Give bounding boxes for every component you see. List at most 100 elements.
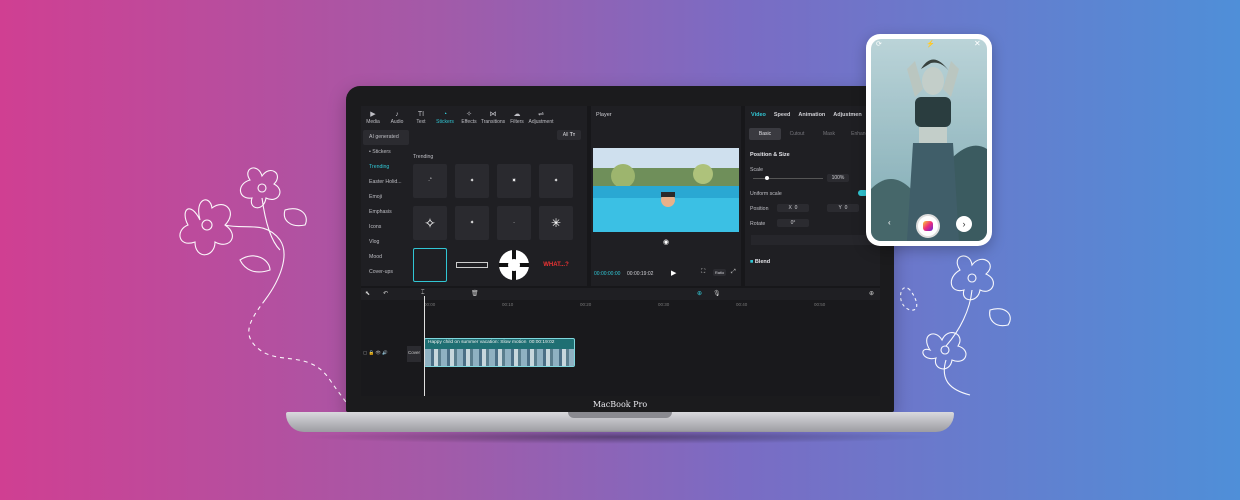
next-arrow-icon[interactable]: › xyxy=(956,216,972,232)
reels-icon xyxy=(923,221,933,231)
blend-text: Blend xyxy=(754,259,771,265)
tool-text[interactable]: TI Text xyxy=(409,106,433,126)
sticker-sparkle-5[interactable]: ✧ xyxy=(413,206,447,240)
timeline-toolbar: ⬉ ↶ ⌶ 🗑 ⊕ 🎙 ⊕ xyxy=(361,288,880,300)
playhead[interactable] xyxy=(424,296,425,396)
refresh-icon[interactable]: ⟳ xyxy=(876,40,882,48)
subtab-0[interactable]: Basic xyxy=(749,128,781,140)
sticker-sparkle-4[interactable]: ✦ xyxy=(539,164,573,198)
tool-transitions[interactable]: ⋈ Transitions xyxy=(481,106,505,126)
sidebar-item-4[interactable]: Emoji xyxy=(363,190,409,205)
mic-icon[interactable]: 🎙 xyxy=(713,290,721,297)
tab-2[interactable]: Animation xyxy=(798,112,825,118)
cover-button[interactable]: Cover xyxy=(407,346,421,362)
sidebar-item-1[interactable]: • Stickers xyxy=(363,145,409,160)
time-current: 00:00:00:00 xyxy=(594,271,621,277)
time-total: 00:00:19:02 xyxy=(627,271,654,277)
sticker-sparkle-3[interactable]: ✷ xyxy=(497,164,531,198)
tool-effects[interactable]: ✧ Effects xyxy=(457,106,481,126)
magnet-icon[interactable]: ⊕ xyxy=(697,290,702,297)
sidebar-item-3[interactable]: Easter Holid... xyxy=(363,175,409,190)
all-filter-label: All xyxy=(562,132,569,138)
zoom-icon[interactable]: ⊕ xyxy=(869,290,874,297)
sticker-sparkle-8[interactable]: ✳ xyxy=(539,206,573,240)
delete-icon[interactable]: 🗑 xyxy=(471,290,479,297)
play-button[interactable]: ▶ xyxy=(671,269,676,277)
capcut-editor-screen: ▶ Media ♪ Audio TI Text ◔ Stickers ✧ Effects ⋈ Tran… xyxy=(361,106,880,396)
tool-label: Transitions xyxy=(480,119,506,125)
position-y-axis: Y xyxy=(838,205,842,211)
rotate-input[interactable]: 0° xyxy=(777,219,809,227)
laptop-model-label: MacBook Pro xyxy=(592,400,648,409)
position-y-input[interactable]: Y 0 xyxy=(827,204,859,212)
sticker-sparkle-7[interactable]: · xyxy=(497,206,531,240)
ruler-tick: 00:40 xyxy=(736,302,748,307)
sticker-sparkle-6[interactable]: ✦ xyxy=(455,206,489,240)
flash-icon[interactable]: ⚡ xyxy=(926,40,935,48)
ratio-button[interactable]: Ratio xyxy=(713,269,726,276)
subtab-1[interactable]: Cutout xyxy=(781,128,813,140)
undo-icon[interactable]: ↶ xyxy=(383,290,388,297)
scale-value[interactable]: 100% xyxy=(827,174,849,182)
tab-3[interactable]: Adjustmen xyxy=(833,112,861,118)
sidebar-item-0[interactable]: AI generated xyxy=(363,130,409,145)
video-clip[interactable]: Happy child on summer vacation: Slow mot… xyxy=(424,338,575,367)
tool-media[interactable]: ▶ Media xyxy=(361,106,385,126)
phone-preview-card: ⟳ ⚡ ✕ ‹ › xyxy=(866,34,992,246)
tab-1[interactable]: Speed xyxy=(774,112,791,118)
sticker-ball[interactable] xyxy=(497,248,531,282)
blend-label: ■ Blend xyxy=(750,259,770,265)
fit-icon[interactable]: ⛶ xyxy=(701,269,705,276)
tool-adjustment[interactable]: ⇌ Adjustment xyxy=(528,106,554,126)
prev-arrow-icon[interactable]: ‹ xyxy=(888,218,891,227)
properties-subtabs: Basic Cutout Mask Enhance xyxy=(749,128,877,140)
sidebar-item-2[interactable]: Trending xyxy=(363,160,409,175)
adjustment-icon: ⇌ xyxy=(538,111,544,118)
tool-audio[interactable]: ♪ Audio xyxy=(385,106,409,126)
sticker-frame-selected[interactable] xyxy=(413,248,447,282)
sidebar-item-5[interactable]: Emphasis xyxy=(363,205,409,220)
record-icon[interactable]: ◉ xyxy=(663,238,669,246)
scale-slider[interactable] xyxy=(753,176,823,180)
tool-label: Stickers xyxy=(436,119,454,125)
capture-button[interactable] xyxy=(916,214,940,238)
position-x-value: 0 xyxy=(794,205,798,211)
stickers-icon: ◔ xyxy=(442,111,448,118)
flower-illustration-right xyxy=(900,255,1011,396)
tool-label: Adjustment xyxy=(528,119,554,125)
sidebar-item-7[interactable]: Vlog xyxy=(363,235,409,250)
subtab-2[interactable]: Mask xyxy=(813,128,845,140)
ruler-tick: 00:00 xyxy=(424,302,436,307)
clip-duration: 00:00:19:02 xyxy=(529,340,555,345)
tool-label: Effects xyxy=(461,119,477,125)
tool-label: Media xyxy=(366,119,380,125)
ruler-tick: 00:20 xyxy=(580,302,592,307)
track-controls[interactable]: ▢ 🔒 👁 🔊 xyxy=(363,350,388,356)
sticker-sparkle-2[interactable]: ✦ xyxy=(455,164,489,198)
sticker-bar[interactable] xyxy=(455,248,489,282)
sticker-categories: AI generated • Stickers Trending Easter Hol… xyxy=(363,130,409,280)
tool-stickers[interactable]: ◔ Stickers xyxy=(433,106,457,126)
all-filter-button[interactable]: All Tт xyxy=(557,130,581,140)
clip-title: Happy child on summer vacation: Slow mot… xyxy=(425,339,574,346)
player-title: Player xyxy=(591,106,741,124)
sidebar-item-6[interactable]: Icons xyxy=(363,220,409,235)
section-title: Trending xyxy=(413,154,434,160)
blend-checkbox[interactable]: ■ xyxy=(750,259,753,265)
close-icon[interactable]: ✕ xyxy=(974,39,981,48)
select-icon[interactable]: ⬉ xyxy=(365,290,370,297)
laptop-notch xyxy=(568,412,672,418)
media-icon: ▶ xyxy=(370,111,376,118)
sidebar-item-8[interactable]: Mood xyxy=(363,250,409,265)
flower-illustration-left xyxy=(179,167,351,409)
fullscreen-icon[interactable]: ⤢ xyxy=(731,269,736,276)
effects-icon: ✧ xyxy=(466,111,472,118)
phone-video xyxy=(871,39,987,241)
align-toolbar[interactable] xyxy=(751,235,875,245)
sticker-what[interactable]: WHAT...? xyxy=(539,248,573,282)
sidebar-item-9[interactable]: Cover-ups xyxy=(363,265,409,280)
sticker-sparkle-1[interactable]: ·˚ xyxy=(413,164,447,198)
tab-0[interactable]: Video xyxy=(751,112,766,118)
position-x-input[interactable]: X 0 xyxy=(777,204,809,212)
tool-filters[interactable]: ☁ Filters xyxy=(505,106,529,126)
